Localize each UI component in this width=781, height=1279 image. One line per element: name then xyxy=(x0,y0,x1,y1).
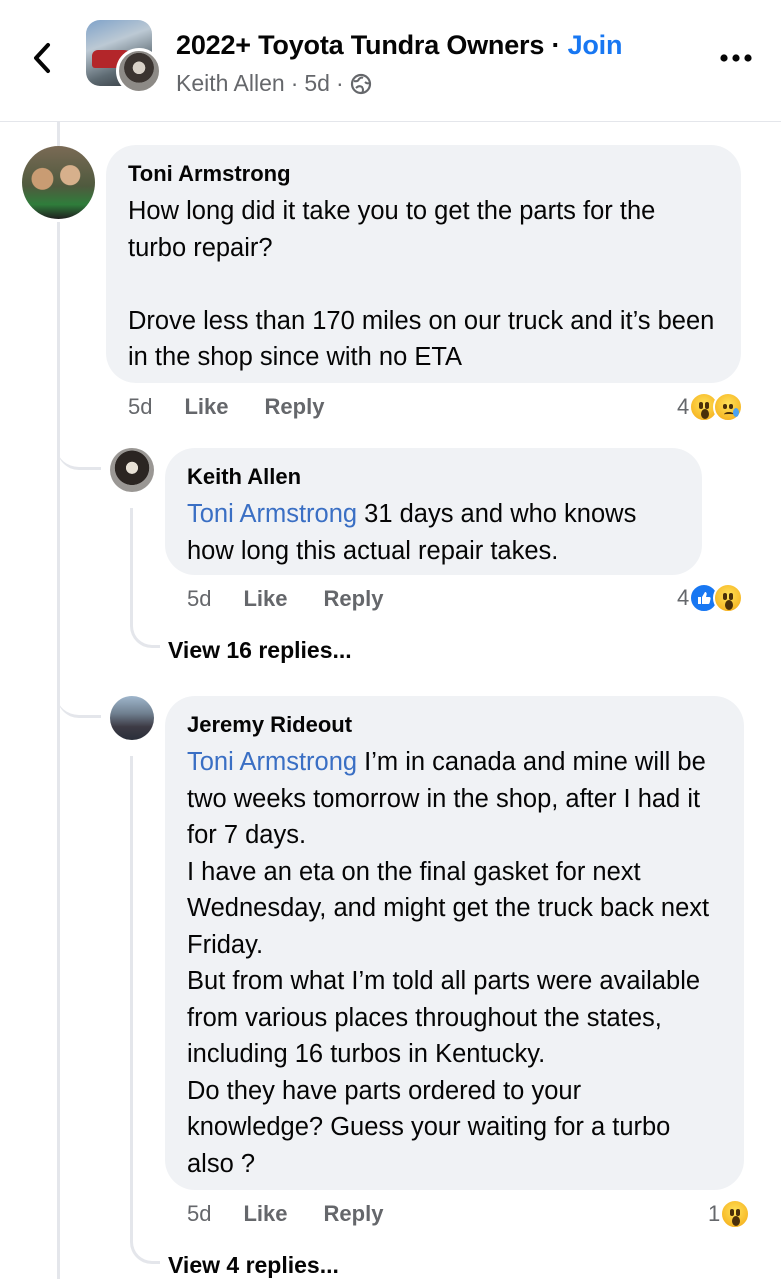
comment-author[interactable]: Toni Armstrong xyxy=(128,161,719,187)
view-replies-link[interactable]: View 16 replies... xyxy=(168,637,352,664)
group-name[interactable]: 2022+ Toyota Tundra Owners · Join xyxy=(176,30,622,61)
comment-actions: 5d Like Reply xyxy=(187,586,419,612)
globe-icon xyxy=(350,73,371,94)
wow-reaction-icon xyxy=(720,1199,751,1229)
comment-time[interactable]: 5d xyxy=(187,1201,211,1227)
join-link[interactable]: Join xyxy=(568,30,623,60)
reaction-summary[interactable]: 1 xyxy=(708,1199,751,1229)
post-header: 2022+ Toyota Tundra Owners · Join Keith … xyxy=(0,0,781,122)
wow-reaction-icon xyxy=(713,583,744,613)
like-button[interactable]: Like xyxy=(243,586,287,612)
avatar[interactable] xyxy=(110,696,154,740)
sad-reaction-icon xyxy=(713,392,744,422)
like-button[interactable]: Like xyxy=(243,1201,287,1227)
post-age[interactable]: 5d xyxy=(304,70,330,97)
post-meta: Keith Allen · 5d · xyxy=(176,70,372,97)
comment-bubble: Toni Armstrong How long did it take you … xyxy=(106,145,741,383)
view-replies-link[interactable]: View 4 replies... xyxy=(168,1252,339,1279)
title-separator: · xyxy=(544,30,568,60)
reaction-summary[interactable]: 4 xyxy=(677,392,744,422)
comment-actions: 5d Like Reply xyxy=(128,394,360,420)
thread-line-top xyxy=(57,122,60,146)
comment-bubble: Keith Allen Toni Armstrong 31 days and w… xyxy=(165,448,702,575)
comment-actions: 5d Like Reply xyxy=(187,1201,419,1227)
reply-branch xyxy=(130,508,160,648)
comment-text: Toni Armstrong I’m in canada and mine wi… xyxy=(187,744,722,1182)
reply-branch xyxy=(130,756,160,1264)
reaction-count: 1 xyxy=(708,1201,721,1226)
reply-button[interactable]: Reply xyxy=(324,586,384,612)
poster-name[interactable]: Keith Allen xyxy=(176,70,285,97)
thread-branch xyxy=(57,430,101,470)
comment-time[interactable]: 5d xyxy=(187,586,211,612)
avatar[interactable] xyxy=(110,448,154,492)
meta-dot-2: · xyxy=(335,70,344,96)
comment-bubble: Jeremy Rideout Toni Armstrong I’m in can… xyxy=(165,696,744,1190)
reply-button[interactable]: Reply xyxy=(324,1201,384,1227)
thread-branch xyxy=(57,678,101,718)
reaction-count: 4 xyxy=(677,585,690,610)
reply-button[interactable]: Reply xyxy=(265,394,325,420)
comment-text: Toni Armstrong 31 days and who knows how… xyxy=(187,496,680,569)
mention-link[interactable]: Toni Armstrong xyxy=(187,500,357,528)
back-arrow-icon[interactable] xyxy=(28,40,58,76)
thread-line-main xyxy=(57,222,60,1279)
poster-avatar[interactable] xyxy=(116,48,162,94)
more-options-icon[interactable] xyxy=(718,52,754,64)
comment-time[interactable]: 5d xyxy=(128,394,152,420)
comment-author[interactable]: Keith Allen xyxy=(187,464,680,490)
like-button[interactable]: Like xyxy=(184,394,228,420)
meta-dot: · xyxy=(290,70,299,96)
reaction-summary[interactable]: 4 xyxy=(677,583,744,613)
comment-author[interactable]: Jeremy Rideout xyxy=(187,712,722,738)
comment-body: I’m in canada and mine will be two weeks… xyxy=(187,748,710,1178)
reaction-count: 4 xyxy=(677,394,690,419)
avatar[interactable] xyxy=(22,146,95,219)
group-name-text[interactable]: 2022+ Toyota Tundra Owners xyxy=(176,30,544,60)
mention-link[interactable]: Toni Armstrong xyxy=(187,748,357,776)
comment-text: How long did it take you to get the part… xyxy=(128,197,715,371)
